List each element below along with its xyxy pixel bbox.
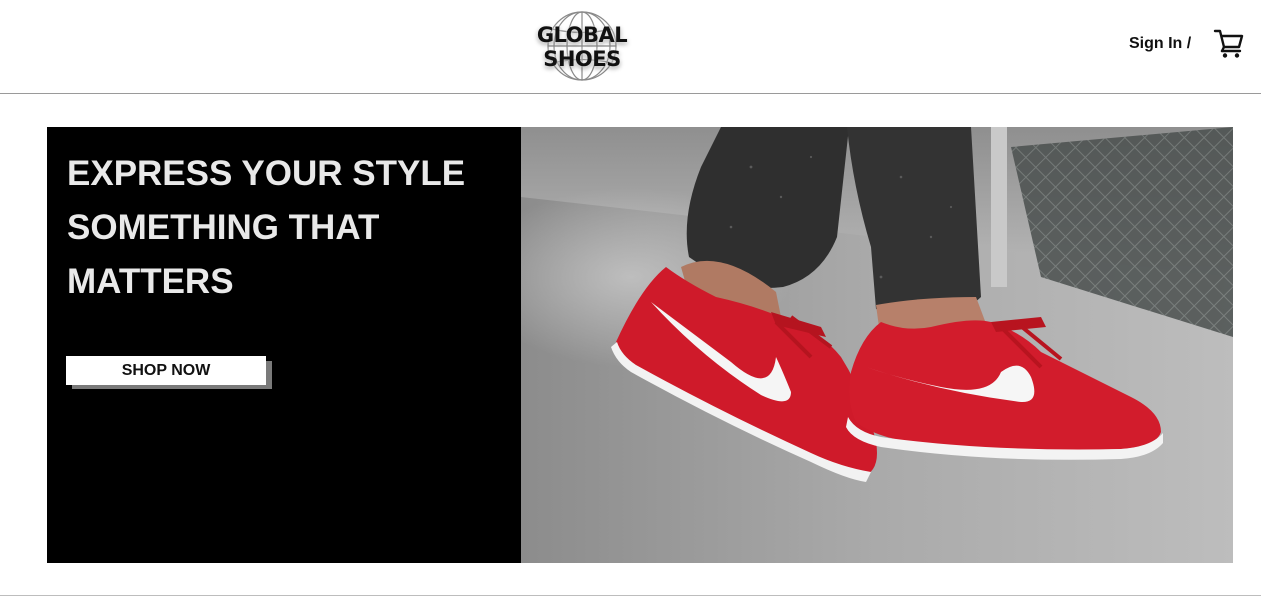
hero-text-panel: EXPRESS YOUR STYLE SOMETHING THAT MATTER… xyxy=(47,127,521,563)
hero-heading-line-2: SOMETHING THAT xyxy=(67,208,380,247)
logo-line-global: GLOBAL xyxy=(536,23,628,47)
hero-heading-line-1: EXPRESS YOUR STYLE xyxy=(67,154,466,193)
hero-heading: EXPRESS YOUR STYLE SOMETHING THAT MATTER… xyxy=(67,147,507,309)
shop-now-button[interactable]: SHOP NOW xyxy=(66,356,266,385)
hero-banner: EXPRESS YOUR STYLE SOMETHING THAT MATTER… xyxy=(47,127,1233,563)
red-sneakers-photo xyxy=(471,127,1233,563)
site-header: GLOBAL SHOES Sign In / xyxy=(0,0,1261,94)
cart-icon[interactable] xyxy=(1213,27,1245,64)
footer-divider xyxy=(0,595,1261,596)
sign-in-link[interactable]: Sign In / xyxy=(1129,35,1191,53)
logo-text: GLOBAL SHOES xyxy=(534,23,630,71)
hero-heading-line-3: MATTERS xyxy=(67,262,234,301)
logo-line-shoes: SHOES xyxy=(543,47,621,71)
logo[interactable]: GLOBAL SHOES xyxy=(534,9,630,83)
